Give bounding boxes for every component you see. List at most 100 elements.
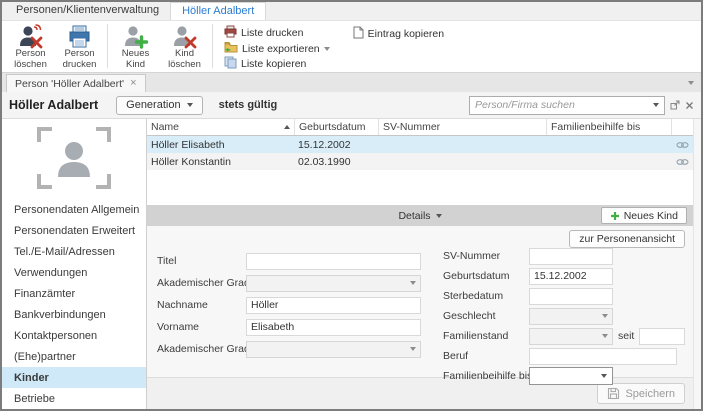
sidebar-item-personendaten-erweitert[interactable]: Personendaten Erweitert: [2, 220, 146, 241]
sidebar-item-finanzaemter[interactable]: Finanzämter: [2, 283, 146, 304]
ribbon-separator: [107, 24, 108, 68]
document-tab-strip: Person 'Höller Adalbert' ×: [2, 73, 701, 92]
liste-exportieren-button[interactable]: Liste exportieren: [224, 41, 330, 56]
column-header-familienbeihilfe[interactable]: Familienbeihilfe bis: [546, 119, 671, 135]
sort-ascending-icon: [284, 125, 290, 129]
geburtsdatum-field[interactable]: [529, 268, 613, 285]
column-header-geburtsdatum[interactable]: Geburtsdatum: [294, 119, 378, 135]
print-list-icon: [224, 25, 237, 41]
geschlecht-select[interactable]: [529, 308, 613, 325]
search-input[interactable]: [470, 99, 648, 111]
nachname-field[interactable]: [246, 297, 421, 314]
geburtsdatum-label: Geburtsdatum: [443, 270, 529, 282]
tab-list-chevron-icon[interactable]: [688, 81, 694, 85]
column-header-sv-nummer[interactable]: SV-Nummer: [378, 119, 546, 135]
validity-label: stets gültig: [219, 99, 278, 111]
familienstand-select[interactable]: [529, 328, 613, 345]
child-details-form: zur Personenansicht Titel Akademischer G…: [147, 226, 693, 377]
neues-kind-inline-button[interactable]: Neues Kind: [601, 207, 687, 224]
details-toggle[interactable]: Details: [398, 210, 441, 222]
sidebar-item-kinder[interactable]: Kinder: [2, 367, 146, 388]
button-label: Kind löschen: [160, 49, 209, 71]
save-icon: [607, 387, 620, 400]
vorname-label: Vorname: [157, 321, 246, 333]
link-person-icon[interactable]: [671, 158, 693, 166]
document-tab-person[interactable]: Person 'Höller Adalbert' ×: [6, 74, 146, 92]
sidebar-item-verwendungen[interactable]: Verwendungen: [2, 262, 146, 283]
close-search-icon[interactable]: [685, 101, 694, 110]
sidebar-item-bankverbindungen[interactable]: Bankverbindungen: [2, 304, 146, 325]
page-title: Höller Adalbert: [9, 98, 98, 112]
export-folder-icon: [224, 41, 238, 56]
akademischer-grad-2-select[interactable]: [246, 341, 421, 358]
person-add-icon: [123, 24, 149, 49]
cell-name: Höller Elisabeth: [147, 139, 294, 151]
bracket-icon: [37, 174, 52, 189]
sidebar-item-personendaten-allgemein[interactable]: Personendaten Allgemein: [2, 199, 146, 220]
familienstand-label: Familienstand: [443, 330, 529, 342]
bracket-icon: [96, 127, 111, 142]
sidebar-item-tel-email-adressen[interactable]: Tel./E-Mail/Adressen: [2, 241, 146, 262]
person-photo-placeholder[interactable]: [37, 127, 111, 189]
form-column-right: SV-Nummer Geburtsdatum Sterbedatum Gesch…: [433, 226, 685, 377]
chevron-down-icon: [324, 47, 330, 51]
titel-label: Titel: [157, 255, 246, 267]
liste-kopieren-button[interactable]: Liste kopieren: [224, 56, 330, 72]
akademischer-grad-label: Akademischer Grad: [157, 277, 246, 289]
bracket-icon: [37, 127, 52, 142]
sidebar: Personendaten Allgemein Personendaten Er…: [2, 119, 147, 409]
sterbedatum-field[interactable]: [529, 288, 613, 305]
save-button[interactable]: Speichern: [597, 383, 685, 404]
akademischer-grad-select[interactable]: [246, 275, 421, 292]
titel-field[interactable]: [246, 253, 421, 270]
familienstand-seit-field[interactable]: [639, 328, 685, 345]
person-loeschen-button[interactable]: Person löschen: [6, 22, 55, 70]
main-area: Personendaten Allgemein Personendaten Er…: [2, 119, 701, 409]
familienbeihilfe-bis-label: Familienbeihilfe bis: [443, 370, 529, 382]
table-row[interactable]: Höller Konstantin 02.03.1990: [147, 153, 693, 170]
beruf-field[interactable]: [529, 348, 677, 365]
sidebar-item-ehepartner[interactable]: (Ehe)partner: [2, 346, 146, 367]
printer-icon: [67, 24, 92, 49]
ribbon-tab-hoeller-adalbert[interactable]: Höller Adalbert: [170, 2, 266, 20]
generation-dropdown-button[interactable]: Generation: [116, 96, 202, 115]
close-icon[interactable]: ×: [130, 78, 136, 89]
person-delete-icon: [18, 24, 44, 49]
document-tab-label: Person 'Höller Adalbert': [15, 78, 124, 90]
copy-list-icon: [224, 56, 237, 72]
geschlecht-label: Geschlecht: [443, 310, 529, 322]
button-label: Liste drucken: [241, 27, 303, 39]
ribbon: Person löschen Person drucken: [2, 21, 701, 73]
details-bar: Details Neues Kind: [147, 205, 693, 226]
ribbon-tab-personenverwaltung[interactable]: Personen/Klientenverwaltung: [5, 2, 170, 20]
chevron-down-icon: [602, 334, 608, 338]
sidebar-item-betriebe[interactable]: Betriebe: [2, 388, 146, 409]
sidebar-nav: Personendaten Allgemein Personendaten Er…: [2, 199, 146, 409]
sv-nummer-field[interactable]: [529, 248, 613, 265]
link-person-icon[interactable]: [671, 141, 693, 149]
cell-name: Höller Konstantin: [147, 156, 294, 168]
liste-drucken-button[interactable]: Liste drucken: [224, 25, 330, 41]
person-drucken-button[interactable]: Person drucken: [55, 22, 104, 70]
zur-personenansicht-button[interactable]: zur Personenansicht: [569, 230, 685, 248]
ribbon-separator: [212, 24, 213, 68]
scrollbar[interactable]: [693, 119, 701, 409]
table-row[interactable]: Höller Elisabeth 15.12.2002: [147, 136, 693, 153]
sidebar-item-kontaktpersonen[interactable]: Kontaktpersonen: [2, 325, 146, 346]
vorname-field[interactable]: [246, 319, 421, 336]
chevron-down-icon: [187, 103, 193, 107]
kind-loeschen-button[interactable]: Kind löschen: [160, 22, 209, 70]
familienbeihilfe-bis-combo[interactable]: [529, 367, 613, 385]
plus-icon: [610, 211, 620, 221]
chevron-down-icon: [410, 281, 416, 285]
neues-kind-button[interactable]: Neues Kind: [111, 22, 160, 70]
chevron-down-icon: [410, 347, 416, 351]
search-box: [469, 96, 665, 115]
column-header-name[interactable]: Name: [147, 119, 294, 135]
copy-entry-icon: [352, 26, 364, 42]
search-chevron-icon[interactable]: [648, 103, 664, 107]
eintrag-kopieren-button[interactable]: Eintrag kopieren: [352, 26, 444, 42]
popout-icon[interactable]: [670, 100, 680, 110]
cell-geburtsdatum: 15.12.2002: [294, 139, 378, 151]
app-window: Personen/Klientenverwaltung Höller Adalb…: [0, 0, 703, 411]
